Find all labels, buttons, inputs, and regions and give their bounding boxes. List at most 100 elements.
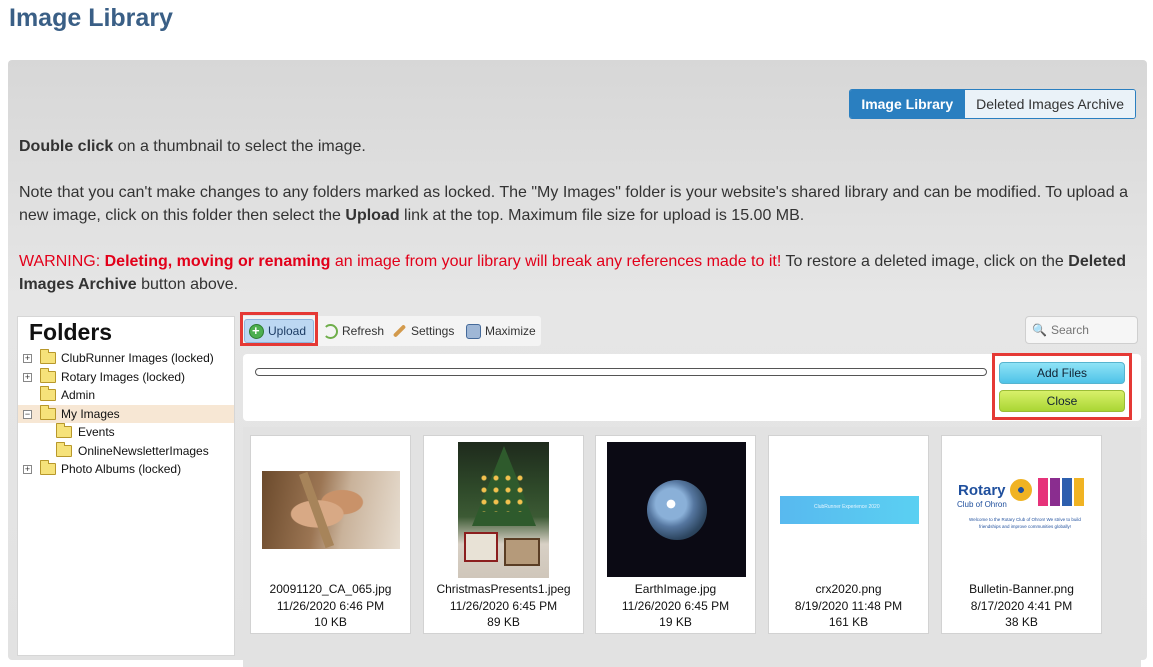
- thumbnail-card[interactable]: ChristmasPresents1.jpeg 11/26/2020 6:45 …: [423, 435, 584, 634]
- settings-button[interactable]: Settings: [388, 319, 458, 343]
- upload-button[interactable]: Upload: [244, 319, 314, 343]
- warning-tail: To restore a deleted image, click on the: [781, 253, 1069, 270]
- double-click-bold: Double click: [19, 138, 114, 155]
- search-field[interactable]: 🔍: [1025, 316, 1138, 344]
- folder-tree: + ClubRunner Images (locked) + Rotary Im…: [18, 349, 234, 479]
- folder-icon: [40, 349, 56, 364]
- thumbnail-image: [596, 436, 755, 581]
- locked-folders-note: Note that you can't make changes to any …: [19, 181, 1139, 227]
- warning-bold: Deleting, moving or renaming: [104, 253, 331, 270]
- upload-label: Upload: [268, 324, 307, 338]
- refresh-button[interactable]: Refresh: [319, 319, 388, 343]
- folder-label: My Images: [61, 406, 120, 421]
- folder-icon: [40, 386, 56, 401]
- warning-tail-end: button above.: [136, 276, 239, 293]
- thumbnail-card[interactable]: Rotary Club of Ohron Welcome to the Rota…: [941, 435, 1102, 634]
- thumbnail-image: ClubRunner Experience 2020: [769, 436, 928, 581]
- file-size: 38 KB: [1005, 615, 1038, 629]
- rotary-welcome-text: Welcome to the Rotary Club of Ohron! We …: [969, 517, 1081, 529]
- thumbnail-card[interactable]: EarthImage.jpg 11/26/2020 6:45 PM 19 KB: [595, 435, 756, 634]
- folder-label: Events: [78, 425, 115, 439]
- folder-photo-albums[interactable]: + Photo Albums (locked): [18, 460, 234, 479]
- double-click-text: on a thumbnail to select the image.: [113, 138, 366, 155]
- file-name: 20091120_CA_065.jpg: [269, 582, 392, 596]
- warning-red-text: an image from your library will break an…: [330, 253, 782, 270]
- file-name: Bulletin-Banner.png: [969, 582, 1074, 596]
- folder-icon: [40, 460, 56, 475]
- thumbnail-info: Bulletin-Banner.png 8/17/2020 4:41 PM 38…: [942, 581, 1101, 631]
- folder-label: ClubRunner Images (locked): [61, 351, 214, 365]
- file-date: 11/26/2020 6:45 PM: [449, 598, 558, 613]
- upload-progress-bar: [255, 368, 987, 376]
- collapse-icon[interactable]: −: [23, 409, 32, 419]
- folder-admin[interactable]: Admin: [18, 386, 234, 405]
- file-name: ChristmasPresents1.jpeg: [436, 582, 571, 596]
- tab-deleted-images-archive[interactable]: Deleted Images Archive: [964, 90, 1135, 118]
- file-size: 161 KB: [828, 615, 869, 629]
- double-click-instruction: Double click on a thumbnail to select th…: [19, 135, 1139, 158]
- file-name: crx2020.png: [815, 582, 882, 596]
- folder-my-images[interactable]: − My Images: [18, 404, 234, 423]
- note-text-2: link at the top. Maximum file size for u…: [399, 207, 805, 224]
- rotary-wheel-icon: [1010, 479, 1032, 501]
- folder-rotary-images[interactable]: + Rotary Images (locked): [18, 367, 234, 387]
- folder-icon: [56, 441, 72, 457]
- folder-icon: [56, 423, 72, 438]
- close-button[interactable]: Close: [999, 390, 1125, 412]
- page-title: Image Library: [9, 4, 173, 32]
- file-date: 11/26/2020 6:46 PM: [276, 598, 385, 613]
- thumbnail-info: crx2020.png 8/19/2020 11:48 PM 161 KB: [769, 581, 928, 631]
- refresh-icon: [323, 323, 338, 339]
- maximize-button[interactable]: Maximize: [462, 319, 540, 343]
- folder-icon: [40, 367, 56, 383]
- folder-label: OnlineNewsletterImages: [78, 443, 209, 458]
- file-date: 8/19/2020 11:48 PM: [794, 598, 903, 613]
- crx-banner-caption: ClubRunner Experience 2020: [814, 504, 880, 510]
- search-input[interactable]: [1048, 322, 1129, 338]
- file-date: 8/17/2020 4:41 PM: [970, 598, 1073, 613]
- expand-icon[interactable]: +: [23, 354, 32, 363]
- folder-label: Photo Albums (locked): [61, 462, 182, 476]
- thumbnail-card[interactable]: 20091120_CA_065.jpg 11/26/2020 6:46 PM 1…: [250, 435, 411, 634]
- warning-prefix: WARNING:: [19, 253, 105, 270]
- plus-circle-icon: [249, 323, 264, 339]
- add-files-button[interactable]: Add Files: [999, 362, 1125, 384]
- image-toolbar: Upload Refresh Settings Maximize: [241, 316, 541, 346]
- folders-title: Folders: [29, 319, 113, 345]
- search-icon: 🔍: [1032, 323, 1047, 337]
- folder-label: Rotary Images (locked): [61, 369, 186, 384]
- rotary-club-name: Club of Ohron: [957, 500, 1007, 509]
- folder-online-newsletter-images[interactable]: OnlineNewsletterImages: [18, 441, 234, 461]
- thumbnail-image: [251, 436, 410, 581]
- thumbnail-image: Rotary Club of Ohron Welcome to the Rota…: [942, 436, 1101, 581]
- refresh-label: Refresh: [342, 324, 385, 338]
- library-tabs: Image Library Deleted Images Archive: [849, 89, 1136, 119]
- file-name: EarthImage.jpg: [634, 582, 717, 596]
- file-date: 11/26/2020 6:45 PM: [621, 598, 730, 613]
- file-size: 19 KB: [659, 615, 692, 629]
- settings-label: Settings: [411, 324, 455, 338]
- folder-clubrunner-images[interactable]: + ClubRunner Images (locked): [18, 349, 234, 368]
- thumbnail-image: [424, 436, 583, 581]
- folder-label: Admin: [61, 388, 96, 402]
- thumbnail-info: 20091120_CA_065.jpg 11/26/2020 6:46 PM 1…: [251, 581, 410, 631]
- thumbnail-card[interactable]: ClubRunner Experience 2020 crx2020.png 8…: [768, 435, 929, 634]
- thumbnail-info: ChristmasPresents1.jpeg 11/26/2020 6:45 …: [424, 581, 583, 631]
- expand-icon[interactable]: +: [23, 372, 32, 382]
- maximize-label: Maximize: [485, 324, 536, 338]
- file-size: 10 KB: [314, 615, 347, 629]
- folder-events[interactable]: Events: [18, 423, 234, 442]
- expand-icon[interactable]: +: [23, 465, 32, 474]
- tab-image-library[interactable]: Image Library: [850, 90, 965, 118]
- maximize-icon: [466, 323, 481, 339]
- note-upload-bold: Upload: [345, 207, 400, 224]
- thumbnail-gallery: 20091120_CA_065.jpg 11/26/2020 6:46 PM 1…: [243, 427, 1141, 667]
- color-bars-graphic: [1038, 478, 1084, 506]
- warning-message: WARNING: Deleting, moving or renaming an…: [19, 250, 1139, 296]
- file-size: 89 KB: [487, 615, 520, 629]
- thumbnail-info: EarthImage.jpg 11/26/2020 6:45 PM 19 KB: [596, 581, 755, 631]
- folder-tree-panel: Folders + ClubRunner Images (locked) + R…: [17, 316, 235, 656]
- open-folder-icon: [40, 404, 56, 420]
- wrench-icon: [392, 324, 407, 338]
- rotary-logo-text: Rotary: [958, 482, 1006, 499]
